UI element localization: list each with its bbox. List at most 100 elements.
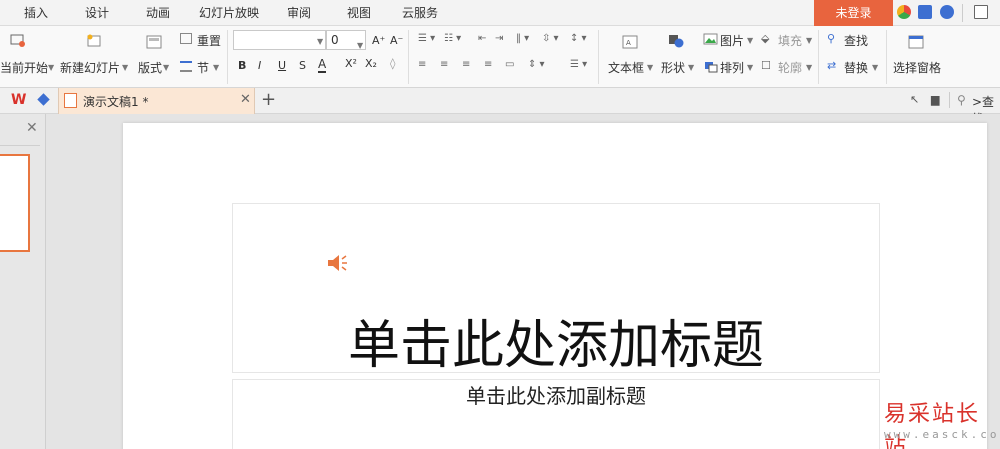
slide-thumbnail-1[interactable] [0, 154, 30, 252]
select-pane-icon [908, 35, 924, 49]
replace-button[interactable]: 替换 [844, 59, 868, 76]
tab-view[interactable]: 视图 [347, 0, 371, 26]
tab-divider [949, 92, 950, 108]
window-restore-icon[interactable] [974, 5, 988, 19]
section-button[interactable]: 节 [197, 59, 209, 76]
justify-icon[interactable]: ≡ [484, 59, 492, 70]
fill-button[interactable]: 填充 [778, 32, 802, 49]
shape-button[interactable]: 形状 [661, 59, 685, 76]
chevron-down-icon[interactable]: ▼ [122, 63, 128, 72]
share-icon[interactable] [918, 5, 932, 19]
cloud-upload-icon[interactable]: ▆ [931, 93, 939, 106]
font-family-select[interactable]: ▼ [233, 30, 326, 50]
wps-logo-icon[interactable]: W [11, 92, 26, 108]
layout-button[interactable]: 版式 [138, 59, 162, 76]
shadow-icon[interactable]: S [299, 59, 306, 72]
chevron-down-icon[interactable]: ▼ [747, 63, 753, 72]
align-center-icon[interactable]: ≡ [440, 59, 448, 70]
bold-icon[interactable]: B [238, 59, 246, 72]
document-tab-label: 演示文稿1 * [83, 95, 149, 109]
chevron-down-icon[interactable]: ▼ [163, 63, 169, 72]
layout-icon [146, 35, 162, 49]
decrease-indent-icon[interactable]: ⇤ [478, 33, 486, 44]
search-icon[interactable]: ⚲ [957, 93, 966, 107]
align-left-icon[interactable]: ≡ [418, 59, 426, 70]
chevron-down-icon[interactable]: ▼ [688, 63, 694, 72]
close-icon[interactable]: ✕ [240, 92, 251, 107]
chevron-down-icon[interactable]: ▼ [806, 36, 812, 45]
tab-slideshow[interactable]: 幻灯片放映 [199, 0, 259, 26]
para-settings-icon[interactable]: ☰ ▾ [570, 59, 587, 70]
tab-cloud[interactable]: 云服务 [402, 0, 438, 26]
chevron-down-icon[interactable]: ▼ [806, 63, 812, 72]
close-icon[interactable]: ✕ [26, 120, 38, 136]
font-size-select[interactable]: 0 ▼ [326, 30, 366, 50]
ribbon-divider [227, 30, 228, 84]
slide-subtitle[interactable]: 单击此处添加副标题 [232, 380, 880, 409]
italic-icon[interactable]: I [258, 59, 261, 72]
outline-icon: ☐ [761, 59, 771, 72]
find-button[interactable]: 查找 [844, 32, 868, 49]
replace-icon: ⇄ [827, 59, 837, 72]
fill-icon: ⬙ [761, 32, 770, 45]
chevron-down-icon[interactable]: ▼ [747, 36, 753, 45]
para-spacing-icon[interactable]: ⇕ ▾ [528, 59, 545, 70]
outline-button[interactable]: 轮廓 [778, 59, 802, 76]
presentation-file-icon [64, 93, 77, 108]
skin-icon[interactable] [897, 5, 911, 19]
font-color-icon[interactable]: A [318, 58, 327, 73]
distribute-icon[interactable]: ▭ [505, 59, 514, 70]
chevron-down-icon[interactable]: ▼ [647, 63, 653, 72]
slide-title[interactable]: 单击此处添加标题 [232, 303, 880, 378]
find-icon: ⚲ [827, 32, 836, 45]
chevron-down-icon[interactable]: ▼ [48, 63, 54, 72]
play-from-current-icon [10, 34, 25, 47]
tab-insert[interactable]: 插入 [24, 0, 48, 26]
reset-button[interactable]: 重置 [197, 32, 221, 49]
ribbon-divider [818, 30, 819, 84]
picture-button[interactable]: 图片 [720, 32, 744, 49]
cloud-docs-icon[interactable] [37, 93, 50, 106]
top-divider [962, 4, 963, 22]
ribbon-divider [886, 30, 887, 84]
tab-review[interactable]: 审阅 [287, 0, 311, 26]
menu-bar: 插入 设计 动画 幻灯片放映 审阅 视图 云服务 未登录 [0, 0, 1000, 26]
text-box-button[interactable]: 文本框 [608, 59, 644, 76]
arrange-icon [705, 62, 718, 73]
watermark-url: www.easck.com [884, 428, 1000, 441]
section-icon [180, 61, 192, 72]
document-tab-bar: W 演示文稿1 * ✕ + ↖ ▆ ⚲ >查找 [0, 88, 1000, 126]
columns-icon[interactable]: ‖ ▾ [516, 33, 529, 44]
chevron-down-icon[interactable]: ▼ [872, 63, 878, 72]
ribbon-toolbar: 当前开始 ▼ 新建幻灯片 ▼ 版式 ▼ 重置 节 ▼ ▼ 0 ▼ A⁺ A⁻ B … [0, 26, 1000, 88]
add-tab-icon[interactable]: + [261, 89, 276, 110]
tab-document-1[interactable]: 演示文稿1 * ✕ [58, 88, 255, 114]
subscript-icon[interactable]: X₂ [365, 57, 377, 70]
decrease-font-icon[interactable]: A⁻ [390, 34, 403, 47]
clear-format-icon[interactable]: ◊ [390, 57, 395, 70]
ribbon-divider [598, 30, 599, 84]
login-button[interactable]: 未登录 [814, 0, 893, 26]
help-icon[interactable] [940, 5, 954, 19]
underline-icon[interactable]: U [278, 59, 286, 72]
align-right-icon[interactable]: ≡ [462, 59, 470, 70]
superscript-icon[interactable]: X² [345, 57, 357, 70]
pin-icon[interactable]: ↖ [910, 93, 919, 106]
tab-animation[interactable]: 动画 [146, 0, 170, 26]
numbered-list-icon[interactable]: ☷ ▾ [444, 33, 461, 44]
reset-icon [180, 33, 192, 44]
chevron-down-icon[interactable]: ▼ [213, 63, 219, 72]
increase-font-icon[interactable]: A⁺ [372, 34, 385, 47]
increase-indent-icon[interactable]: ⇥ [495, 33, 503, 44]
speaker-icon[interactable] [327, 253, 349, 273]
from-current-button[interactable]: 当前开始 [0, 59, 48, 76]
tab-design[interactable]: 设计 [85, 0, 109, 26]
line-spacing-icon[interactable]: ↕ ▾ [570, 33, 587, 44]
new-slide-button[interactable]: 新建幻灯片 [60, 59, 120, 76]
bullet-list-icon[interactable]: ☰ ▾ [418, 33, 435, 44]
watermark-brand: 易采站长站 [884, 402, 981, 449]
arrange-button[interactable]: 排列 [720, 59, 744, 76]
text-direction-icon[interactable]: ⇳ ▾ [542, 33, 559, 44]
select-pane-button[interactable]: 选择窗格 [893, 59, 941, 76]
picture-icon [703, 33, 718, 45]
